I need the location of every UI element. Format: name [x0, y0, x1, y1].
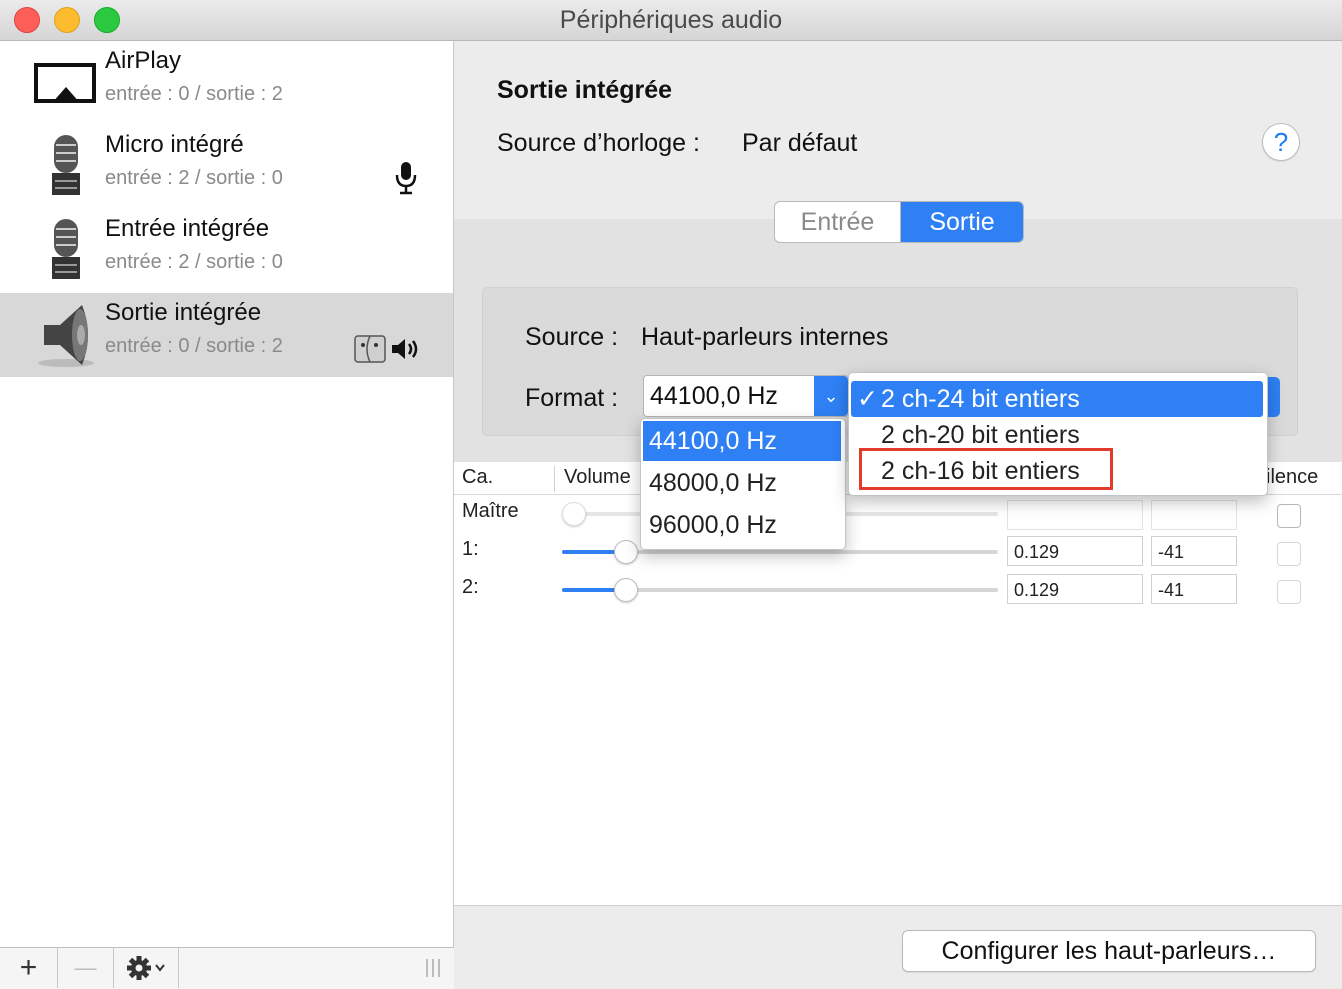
sample-rate-value: 44100,0 Hz — [650, 382, 778, 410]
gear-icon — [127, 956, 165, 980]
microphone-icon — [52, 219, 80, 279]
device-name: Sortie intégrée — [105, 299, 262, 326]
clock-source-value[interactable]: Par défaut — [742, 129, 857, 158]
volume-value-field[interactable]: 0.129 — [1007, 574, 1143, 604]
device-header: Sortie intégrée Source d’horloge : Par d… — [454, 41, 1342, 220]
tab-sortie[interactable]: Sortie — [901, 202, 1023, 242]
title-bar: Périphériques audio — [0, 0, 1342, 41]
mute-checkbox-channel-2[interactable] — [1277, 580, 1301, 604]
column-header-mute[interactable]: ilence — [1266, 466, 1318, 489]
airplay-icon — [34, 63, 96, 103]
window-title: Périphériques audio — [559, 6, 783, 34]
column-divider — [554, 466, 555, 492]
device-name: Micro intégré — [105, 131, 244, 158]
slider-knob[interactable] — [614, 578, 638, 602]
row-label-master: Maître — [462, 500, 519, 522]
device-title: Sortie intégrée — [497, 76, 673, 104]
device-row-micro-integre[interactable]: Micro intégré entrée : 2 / sortie : 0 — [0, 125, 453, 209]
sample-rate-select[interactable]: 44100,0 Hz ⌄ — [643, 375, 849, 417]
slider-fill — [562, 588, 622, 592]
device-actions-menu-button[interactable] — [114, 948, 179, 988]
db-value-field[interactable] — [1151, 500, 1237, 530]
volume-value-field[interactable]: 0.129 — [1007, 536, 1143, 566]
speaker-volume-icon — [392, 339, 418, 359]
slider-knob[interactable] — [562, 502, 586, 526]
bottom-bar: Configurer les haut-parleurs… — [454, 905, 1342, 989]
annotation-highlight-box — [859, 448, 1113, 490]
resize-handle-icon[interactable] — [424, 958, 442, 978]
io-segmented-control: Entrée Sortie — [774, 201, 1024, 243]
mute-checkbox-master[interactable] — [1277, 504, 1301, 528]
row-label-channel-2: 2: — [462, 576, 479, 598]
column-header-volume[interactable]: Volume — [564, 466, 631, 489]
speaker-icon — [38, 305, 94, 367]
menu-item-label: 2 ch-24 bit entiers — [881, 385, 1080, 413]
device-list: AirPlay entrée : 0 / sortie : 2 Micro in… — [0, 41, 454, 947]
mute-checkbox-channel-1[interactable] — [1277, 542, 1301, 566]
device-name: Entrée intégrée — [105, 215, 270, 242]
device-io: entrée : 2 / sortie : 0 — [105, 167, 283, 189]
finder-icon — [354, 335, 386, 363]
clock-source-label: Source d’horloge : — [497, 129, 700, 157]
device-io: entrée : 2 / sortie : 0 — [105, 251, 283, 273]
db-value-field[interactable]: -41 — [1151, 574, 1237, 604]
microphone-badge-icon — [395, 162, 417, 195]
slider-knob[interactable] — [614, 540, 638, 564]
column-header-channel[interactable]: Ca. — [462, 466, 493, 489]
menu-item-label: 2 ch-20 bit entiers — [881, 421, 1080, 449]
add-icon: + — [19, 951, 38, 984]
device-io: entrée : 0 / sortie : 2 — [105, 335, 283, 357]
device-row-airplay[interactable]: AirPlay entrée : 0 / sortie : 2 — [0, 41, 453, 125]
slider-fill — [562, 550, 622, 554]
volume-slider-channel-1[interactable] — [562, 540, 998, 564]
sample-rate-menu: 44100,0 Hz 48000,0 Hz 96000,0 Hz — [640, 418, 846, 550]
channel-table: Ca. Volume ilence Maître 1: 0.129 -41 2:… — [454, 462, 1342, 905]
row-label-channel-1: 1: — [462, 538, 479, 560]
volume-slider-channel-2[interactable] — [562, 578, 998, 602]
menu-item-bit-format[interactable]: ✓ 2 ch-24 bit entiers — [851, 381, 1263, 417]
microphone-icon — [52, 135, 80, 195]
chevron-down-icon[interactable]: ⌄ — [814, 376, 848, 416]
remove-icon: — — [74, 955, 97, 980]
add-device-button[interactable]: + — [0, 948, 58, 988]
menu-item-sample-rate[interactable]: 96000,0 Hz — [643, 505, 841, 545]
volume-value-field[interactable] — [1007, 500, 1143, 530]
remove-device-button[interactable]: — — [58, 948, 114, 988]
device-row-entree-integree[interactable]: Entrée intégrée entrée : 2 / sortie : 0 — [0, 209, 453, 293]
device-row-sortie-integree[interactable]: Sortie intégrée entrée : 0 / sortie : 2 — [0, 293, 453, 377]
tab-entree[interactable]: Entrée — [775, 202, 901, 242]
format-label: Format : — [525, 384, 619, 412]
menu-item-sample-rate[interactable]: 44100,0 Hz — [643, 421, 841, 461]
device-io: entrée : 0 / sortie : 2 — [105, 83, 283, 105]
configure-speakers-button[interactable]: Configurer les haut-parleurs… — [902, 930, 1316, 972]
menu-item-sample-rate[interactable]: 48000,0 Hz — [643, 463, 841, 503]
db-value-field[interactable]: -41 — [1151, 536, 1237, 566]
checkmark-icon: ✓ — [857, 385, 878, 413]
device-name: AirPlay — [105, 47, 182, 74]
source-label: Source : — [525, 323, 619, 351]
help-button[interactable]: ? — [1262, 123, 1300, 161]
sidebar-toolbar: + — — [0, 947, 454, 989]
source-value: Haut-parleurs internes — [641, 323, 889, 351]
